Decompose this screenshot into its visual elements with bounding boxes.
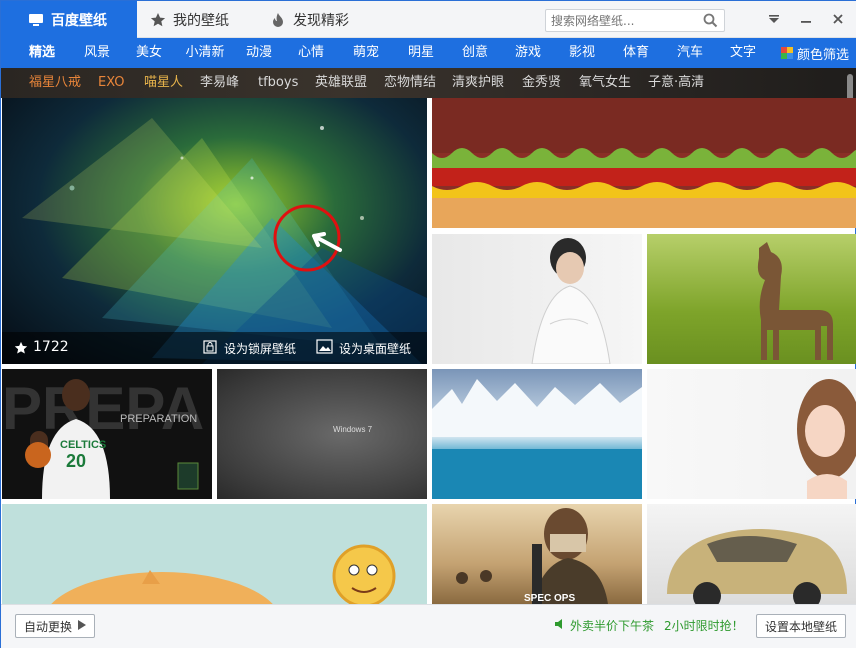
- wallpaper-logo-icon: [27, 11, 45, 29]
- wallpaper-tile[interactable]: [647, 234, 856, 364]
- abstract-light-art: [22, 118, 427, 364]
- tag-item[interactable]: 清爽护眼: [452, 68, 504, 98]
- soldier-art: [456, 508, 608, 604]
- stripes-art: [432, 98, 856, 228]
- tag-item[interactable]: 恋物情结: [384, 68, 436, 98]
- wallpaper-tile[interactable]: SPEC OPS: [432, 504, 642, 604]
- portrait-art: [531, 238, 611, 364]
- tag-bar: 福星八戒 EXO 喵星人 李易峰 tfboys 英雄联盟 恋物情结 清爽护眼 金…: [1, 68, 856, 134]
- tag-item[interactable]: 英雄联盟: [315, 68, 367, 98]
- tab-my-wallpaper[interactable]: 我的壁纸: [149, 1, 229, 38]
- speaker-icon: [554, 618, 566, 633]
- flame-icon: [269, 11, 287, 29]
- category-sports[interactable]: 体育: [616, 38, 656, 68]
- category-mood[interactable]: 心情: [291, 38, 331, 68]
- tag-item[interactable]: 喵星人: [144, 68, 183, 98]
- frozen-waterfall-art: [432, 379, 642, 499]
- featured-wallpaper-tile[interactable]: 1722 设为锁屏壁纸 设为桌面壁纸: [2, 98, 427, 364]
- color-grid-icon: [781, 47, 793, 59]
- jersey-number: 20: [66, 451, 87, 471]
- tag-item[interactable]: 金秀贤: [522, 68, 561, 98]
- wallpaper-app-window: { "tabs": { "home": "百度壁纸", "mine": "我的壁…: [0, 0, 856, 648]
- tag-item[interactable]: 子意·高清: [648, 68, 704, 98]
- minimize-icon[interactable]: [797, 10, 815, 28]
- auto-change-button[interactable]: 自动更换: [15, 614, 95, 638]
- category-pets[interactable]: 萌宠: [346, 38, 386, 68]
- set-local-label: 设置本地壁纸: [764, 619, 837, 634]
- category-creative[interactable]: 创意: [455, 38, 495, 68]
- tag-item[interactable]: 福星八戒: [29, 68, 81, 98]
- wallpaper-tile[interactable]: [432, 98, 856, 228]
- basketball-player-art: PREPA: [2, 375, 204, 499]
- category-games[interactable]: 游戏: [508, 38, 548, 68]
- wallpaper-tile[interactable]: Windows 7: [217, 369, 427, 499]
- girl-portrait-art: [797, 379, 856, 499]
- play-icon: [78, 619, 86, 633]
- set-desktop-button[interactable]: 设为桌面壁纸: [316, 332, 411, 364]
- svg-text:PREPA: PREPA: [2, 375, 204, 442]
- wallpaper-tile[interactable]: [432, 369, 642, 499]
- lock-icon: [202, 339, 218, 358]
- desktop-label: 设为桌面壁纸: [339, 341, 412, 356]
- star-icon: [149, 11, 167, 29]
- category-featured[interactable]: 精选: [15, 38, 69, 68]
- featured-action-bar: 1722 设为锁屏壁纸 设为桌面壁纸: [2, 332, 427, 364]
- category-fresh[interactable]: 小清新: [181, 38, 229, 68]
- like-count: 1722: [33, 339, 69, 355]
- search-input[interactable]: [546, 10, 696, 31]
- star-icon[interactable]: [14, 340, 28, 359]
- wallpaper-tile[interactable]: PREPA PREPARATION CELTICS 20: [2, 369, 212, 499]
- set-local-wallpaper-button[interactable]: 设置本地壁纸: [756, 614, 846, 638]
- title-bar: 百度壁纸 我的壁纸 发现精彩: [1, 1, 856, 38]
- auto-change-label: 自动更换: [23, 619, 72, 634]
- category-celebrity[interactable]: 明星: [401, 38, 441, 68]
- category-anime[interactable]: 动漫: [239, 38, 279, 68]
- win7-text: Windows 7: [333, 425, 373, 434]
- preparation-text: PREPARATION: [120, 413, 198, 425]
- wallpaper-tile[interactable]: [2, 504, 427, 604]
- promo-text: 外卖半价下午茶: [570, 619, 655, 633]
- lock-label: 设为锁屏壁纸: [224, 341, 297, 356]
- category-cars[interactable]: 汽车: [670, 38, 710, 68]
- tag-item[interactable]: tfboys: [258, 68, 298, 98]
- concept-car-art: [667, 529, 847, 604]
- tab-baidu-wallpaper[interactable]: 百度壁纸: [1, 1, 137, 38]
- cartoon-pig-sun-art: [51, 544, 396, 604]
- color-filter-label: 颜色筛选: [797, 47, 850, 63]
- category-bar: 精选 风景 美女 小清新 动漫 心情 萌宠 明星 创意 游戏 影视 体育 汽车 …: [1, 38, 856, 68]
- search-icon[interactable]: [703, 13, 718, 28]
- tab-label: 发现精彩: [293, 12, 349, 29]
- horse-art: [757, 242, 833, 360]
- tab-label: 百度壁纸: [51, 12, 107, 29]
- category-beauty[interactable]: 美女: [129, 38, 169, 68]
- tag-item[interactable]: 李易峰: [200, 68, 239, 98]
- wallpaper-tile[interactable]: [647, 369, 856, 499]
- promo-link[interactable]: 外卖半价下午茶 2小时限时抢！: [554, 617, 744, 634]
- status-bar: 自动更换 外卖半价下午茶 2小时限时抢！ 设置本地壁纸: [1, 604, 856, 648]
- wallpaper-tile[interactable]: [647, 504, 856, 604]
- category-text[interactable]: 文字: [723, 38, 763, 68]
- search-box: [545, 9, 725, 32]
- spec-ops-text: SPEC OPS: [524, 593, 576, 604]
- menu-dropdown-icon[interactable]: [765, 10, 783, 28]
- celtics-text: CELTICS: [60, 439, 107, 451]
- close-icon[interactable]: [829, 10, 847, 28]
- set-lockscreen-button[interactable]: 设为锁屏壁纸: [202, 332, 296, 364]
- tab-discover[interactable]: 发现精彩: [269, 1, 349, 38]
- tag-item[interactable]: EXO: [98, 68, 125, 98]
- wallpaper-tile[interactable]: [432, 234, 642, 364]
- category-scenery[interactable]: 风景: [77, 38, 117, 68]
- image-icon: [316, 339, 333, 357]
- promo-text-2: 2小时限时抢！: [664, 619, 744, 633]
- color-filter-button[interactable]: 颜色筛选: [781, 38, 849, 68]
- category-movies[interactable]: 影视: [562, 38, 602, 68]
- tag-item[interactable]: 氧气女生: [579, 68, 631, 98]
- tab-label: 我的壁纸: [173, 12, 229, 29]
